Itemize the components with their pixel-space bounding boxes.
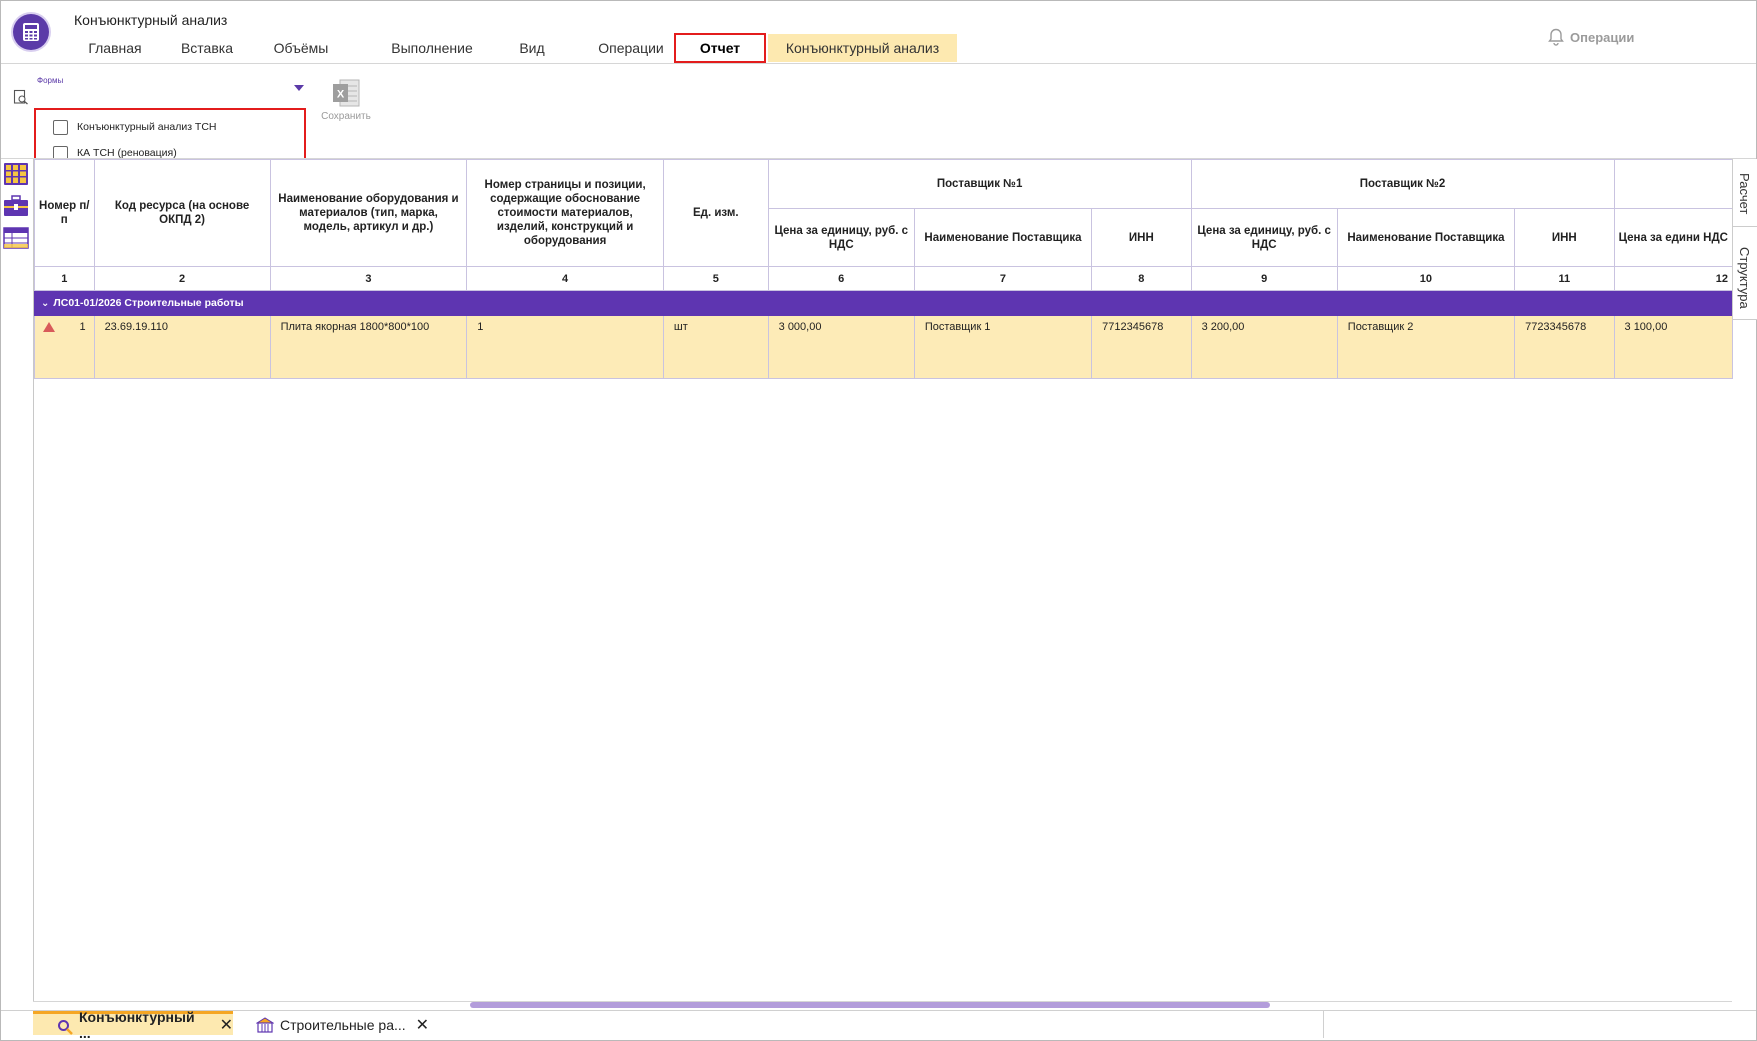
header-divider — [1, 63, 1756, 64]
side-tab-calc[interactable]: Расчет — [1732, 159, 1757, 227]
bottom-tab-construction[interactable]: Строительные ра... ✕ — [256, 1011, 456, 1038]
col-number: 8 — [1091, 266, 1192, 291]
table-view-icon[interactable] — [3, 162, 29, 186]
header-inn-1[interactable]: ИНН — [1091, 208, 1192, 267]
tab-operations[interactable]: Операции — [586, 34, 676, 62]
group-row[interactable]: ⌄ ЛС01-01/2026 Строительные работы — [34, 290, 1733, 316]
forms-item-ka-tsn[interactable]: Конъюнктурный анализ ТСН — [53, 117, 217, 137]
col-number: 12 — [1613, 266, 1733, 291]
tab-view[interactable]: Вид — [502, 34, 562, 62]
app-title: Конъюнктурный анализ — [74, 12, 228, 28]
header-supplier-name-1[interactable]: Наименование Поставщика — [913, 208, 1093, 267]
chevron-down-icon[interactable]: ⌄ — [41, 298, 49, 309]
tab-market-analysis[interactable]: Конъюнктурный анализ — [768, 34, 957, 62]
cell-num: 1 — [79, 321, 86, 333]
col-number: 6 — [767, 266, 915, 291]
cell-inn-1[interactable]: 7712345678 — [1091, 315, 1192, 379]
cell-price-2[interactable]: 3 200,00 — [1190, 315, 1338, 379]
excel-icon: X — [333, 79, 360, 107]
header-supplier-3[interactable] — [1613, 159, 1733, 209]
briefcase-icon[interactable] — [3, 194, 29, 218]
tab-execution[interactable]: Выполнение — [382, 34, 482, 62]
cell-page[interactable]: 1 — [466, 315, 664, 379]
header-name[interactable]: Наименование оборудования и материалов (… — [269, 159, 468, 267]
warning-icon — [43, 322, 55, 332]
tab-home[interactable]: Главная — [80, 34, 150, 62]
checkbox[interactable] — [53, 119, 68, 135]
header-inn-2[interactable]: ИНН — [1514, 208, 1615, 267]
header-unit[interactable]: Ед. изм. — [662, 159, 769, 267]
header-price-3[interactable]: Цена за едини НДС — [1613, 208, 1733, 267]
forms-label: Формы — [37, 76, 64, 85]
bottom-tab-market-analysis[interactable]: Конъюнктурный ... ✕ — [33, 1009, 233, 1041]
cell-unit[interactable]: шт — [662, 315, 769, 379]
highlight-box — [674, 33, 766, 63]
cell-inn-2[interactable]: 7723345678 — [1514, 315, 1615, 379]
cell-code[interactable]: 23.69.19.110 — [93, 315, 271, 379]
header-price-2[interactable]: Цена за единицу, руб. с НДС — [1190, 208, 1338, 267]
col-number: 10 — [1336, 266, 1516, 291]
tab-insert[interactable]: Вставка — [172, 34, 242, 62]
col-number: 4 — [466, 266, 664, 291]
col-number: 1 — [34, 266, 95, 291]
header-page[interactable]: Номер страницы и позиции, содержащие обо… — [466, 159, 664, 267]
header-code[interactable]: Код ресурса (на основе ОКПД 2) — [93, 159, 271, 267]
header-supplier-name-2[interactable]: Наименование Поставщика — [1336, 208, 1516, 267]
bell-icon — [1548, 28, 1564, 46]
col-number: 11 — [1514, 266, 1615, 291]
header-supplier-2[interactable]: Поставщик №2 — [1190, 159, 1615, 209]
col-number: 3 — [269, 266, 468, 291]
col-number: 2 — [93, 266, 271, 291]
notifications-button[interactable]: Операции — [1548, 28, 1634, 46]
preview-icon[interactable] — [13, 89, 29, 105]
building-icon — [256, 1016, 274, 1033]
col-number: 7 — [913, 266, 1093, 291]
app-logo — [13, 14, 49, 50]
save-excel-button[interactable]: X Сохранить — [316, 78, 376, 122]
horizontal-scrollbar[interactable] — [470, 1002, 1270, 1008]
cell-price-3[interactable]: 3 100,00 — [1613, 315, 1733, 379]
close-icon[interactable]: ✕ — [220, 1015, 233, 1035]
cell-name[interactable]: Плита якорная 1800*800*100 — [269, 315, 468, 379]
col-number: 5 — [662, 266, 769, 291]
svg-text:X: X — [337, 89, 345, 101]
data-grid: Номер п/п Код ресурса (на основе ОКПД 2)… — [33, 159, 1733, 1001]
calculator-icon — [23, 23, 39, 41]
tab-report[interactable]: Отчет — [674, 33, 766, 63]
table-row[interactable]: 1 23.69.19.110 Плита якорная 1800*800*10… — [34, 315, 1733, 379]
group-label: ЛС01-01/2026 Строительные работы — [53, 297, 244, 309]
bottom-separator — [1323, 1011, 1324, 1038]
cell-price-1[interactable]: 3 000,00 — [767, 315, 915, 379]
cell-supplier-1[interactable]: Поставщик 1 — [913, 315, 1093, 379]
close-icon[interactable]: ✕ — [416, 1015, 429, 1035]
header-num[interactable]: Номер п/п — [34, 159, 95, 267]
header-supplier-1[interactable]: Поставщик №1 — [767, 159, 1192, 209]
side-tab-structure[interactable]: Структура — [1732, 227, 1757, 320]
market-analysis-table: Номер п/п Код ресурса (на основе ОКПД 2)… — [34, 159, 1733, 379]
tab-volumes[interactable]: Объёмы — [266, 34, 336, 62]
chevron-down-icon[interactable] — [294, 85, 304, 91]
cell-supplier-2[interactable]: Поставщик 2 — [1336, 315, 1516, 379]
header-price-1[interactable]: Цена за единицу, руб. с НДС — [767, 208, 915, 267]
spreadsheet-icon[interactable] — [3, 226, 29, 250]
col-number: 9 — [1190, 266, 1338, 291]
search-icon — [58, 1020, 73, 1035]
